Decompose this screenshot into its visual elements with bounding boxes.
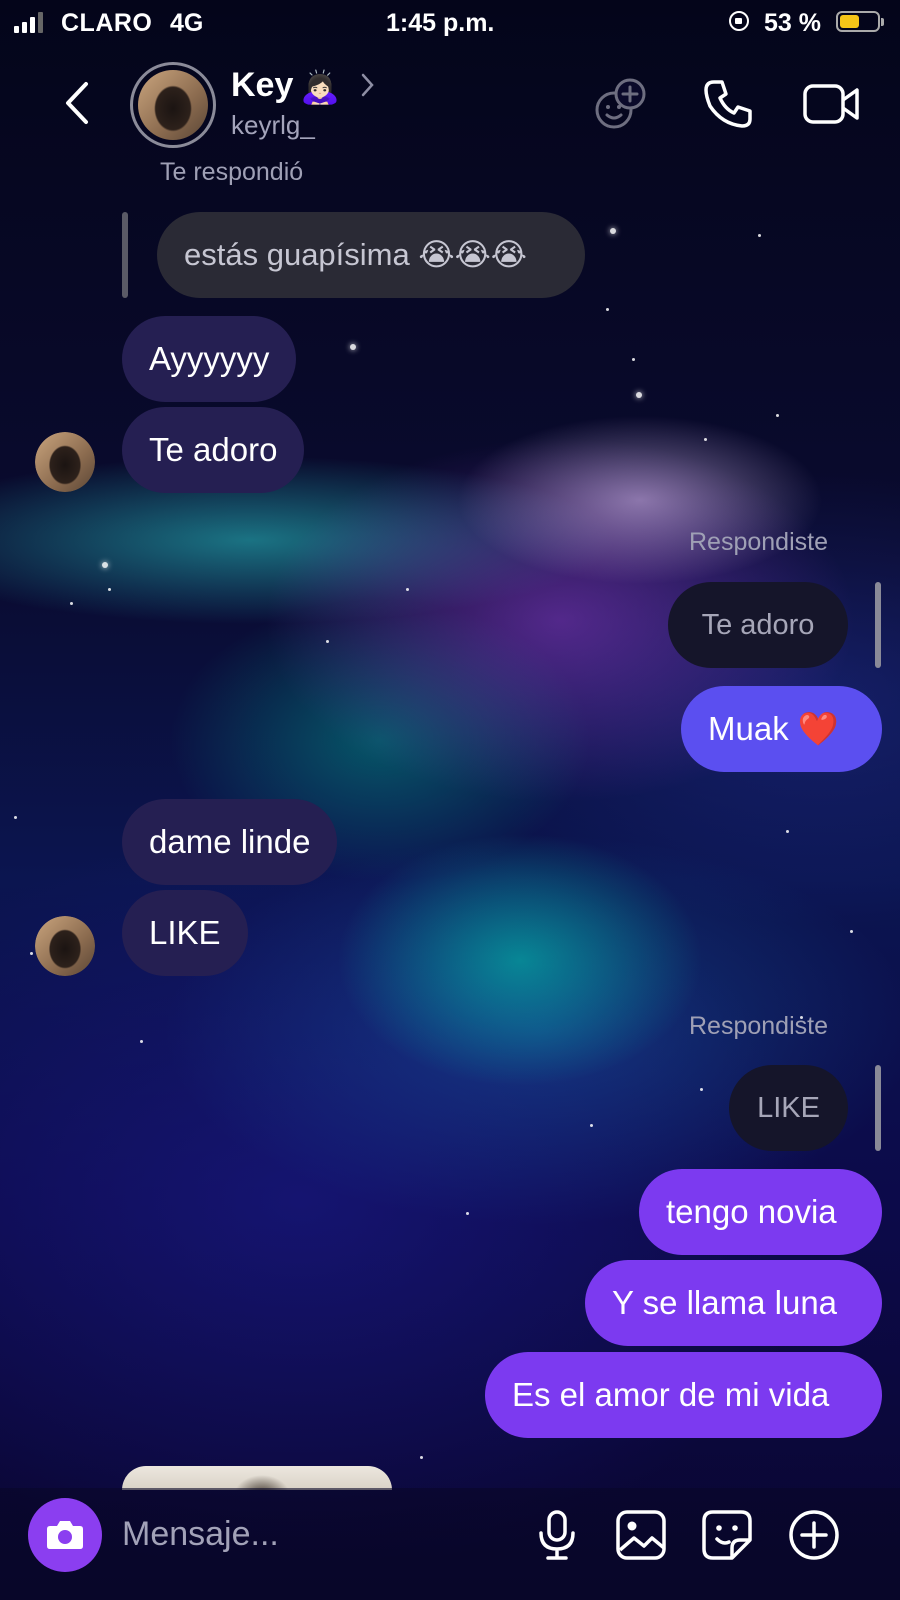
- status-time: 1:45 p.m.: [386, 9, 495, 37]
- status-bar: CLARO 4G 1:45 p.m. 53 %: [0, 0, 900, 46]
- outgoing-message[interactable]: tengo novia: [639, 1169, 882, 1255]
- outgoing-message[interactable]: Es el amor de mi vida: [485, 1352, 882, 1438]
- gallery-icon: [616, 1510, 666, 1560]
- quoted-message[interactable]: estás guapísima 😭😭😭: [157, 212, 585, 298]
- carrier-label: CLARO: [61, 9, 153, 37]
- quote-bar: [875, 1065, 881, 1151]
- quoted-message[interactable]: Te adoro: [668, 582, 848, 668]
- camera-icon: [47, 1521, 83, 1549]
- battery-icon: [836, 11, 884, 32]
- voice-call-button[interactable]: [700, 76, 756, 132]
- outgoing-message[interactable]: Y se llama luna: [585, 1260, 882, 1346]
- voice-message-button[interactable]: [530, 1508, 584, 1562]
- message-list[interactable]: Te respondió estás guapísima 😭😭😭 Ayyyyyy…: [0, 0, 900, 1600]
- incoming-message[interactable]: LIKE: [122, 890, 248, 976]
- reply-label: Respondiste: [689, 1012, 828, 1040]
- chevron-right-icon[interactable]: [360, 72, 376, 98]
- camera-button[interactable]: [28, 1498, 102, 1572]
- contact-avatar[interactable]: [130, 62, 216, 148]
- message-input[interactable]: Mensaje...: [122, 1515, 279, 1554]
- video-camera-icon: [803, 84, 859, 124]
- add-effect-button[interactable]: [592, 76, 648, 132]
- chat-header: Key 🙇🏻‍♀️ keyrlg_: [0, 50, 900, 160]
- phone-icon: [704, 80, 752, 128]
- message-composer: Mensaje...: [0, 1488, 900, 1600]
- network-type: 4G: [170, 9, 204, 37]
- reply-label: Te respondió: [160, 158, 304, 186]
- outgoing-message[interactable]: Muak ❤️: [681, 686, 882, 772]
- chevron-left-icon: [66, 82, 88, 124]
- signal-strength-icon: [14, 12, 43, 33]
- sticker-icon: [702, 1510, 752, 1560]
- contact-avatar-small[interactable]: [35, 916, 95, 976]
- incoming-message[interactable]: Te adoro: [122, 407, 305, 493]
- reply-label: Respondiste: [689, 528, 828, 556]
- gallery-button[interactable]: [614, 1508, 668, 1562]
- incoming-message[interactable]: Ayyyyyy: [122, 316, 297, 402]
- contact-name[interactable]: Key: [231, 66, 293, 105]
- quote-bar: [875, 582, 881, 668]
- contact-avatar-small[interactable]: [35, 432, 95, 492]
- plus-circle-icon: [789, 1510, 839, 1560]
- sticker-button[interactable]: [700, 1508, 754, 1562]
- battery-percentage: 53 %: [764, 9, 821, 37]
- contact-name-emoji: 🙇🏻‍♀️: [300, 69, 340, 105]
- incoming-message[interactable]: dame linde: [122, 799, 338, 885]
- more-options-button[interactable]: [787, 1508, 841, 1562]
- quote-bar: [122, 212, 128, 298]
- image-message-preview[interactable]: [122, 1466, 392, 1490]
- video-call-button[interactable]: [802, 76, 859, 132]
- quoted-message[interactable]: LIKE: [729, 1065, 848, 1151]
- add-effect-icon: [595, 78, 646, 129]
- microphone-icon: [539, 1510, 575, 1560]
- back-button[interactable]: [58, 78, 98, 128]
- contact-username[interactable]: keyrlg_: [231, 110, 315, 141]
- rotation-lock-icon: [729, 11, 749, 31]
